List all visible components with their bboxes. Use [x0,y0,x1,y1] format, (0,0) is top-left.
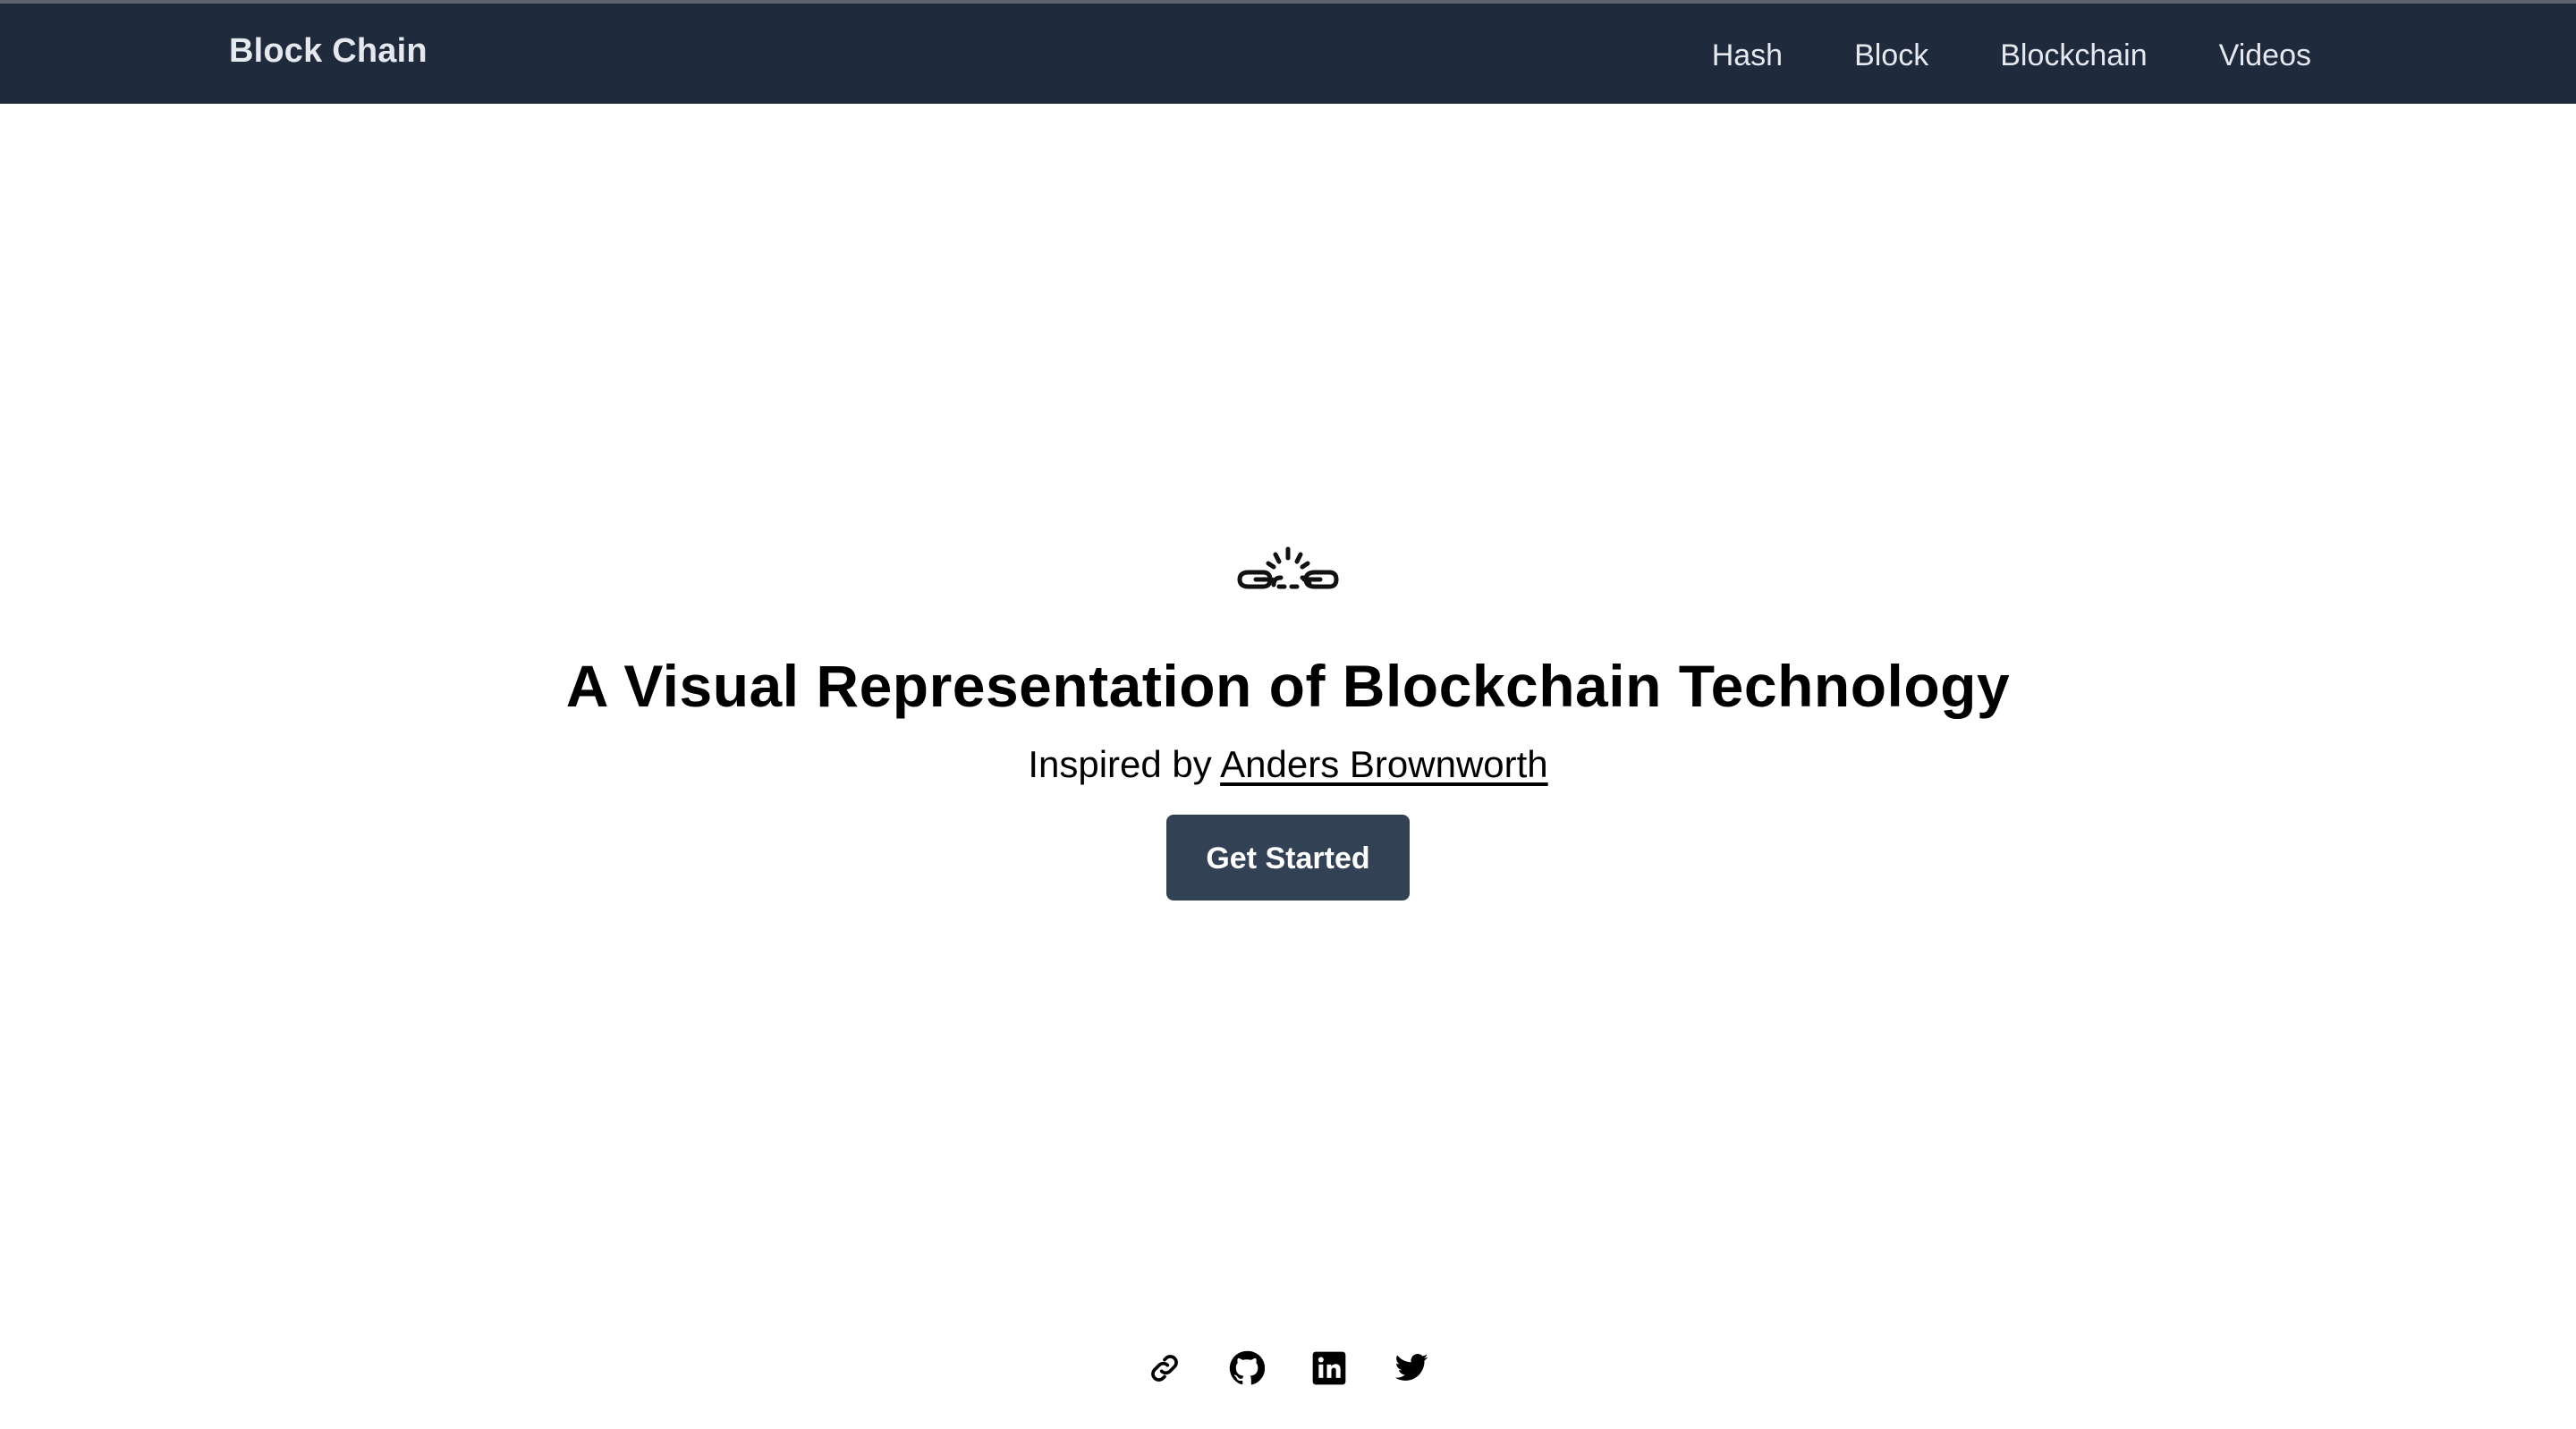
nav-link-hash[interactable]: Hash [1712,36,1783,75]
nav-link-videos[interactable]: Videos [2219,36,2311,75]
link-icon[interactable] [1147,1350,1182,1386]
hero-section: A Visual Representation of Blockchain Te… [0,545,2576,901]
subtitle-prefix: Inspired by [1028,743,1212,785]
social-footer [0,1350,2576,1386]
author-link[interactable]: Anders Brownworth [1220,743,1548,785]
twitter-icon[interactable] [1394,1350,1429,1386]
get-started-button[interactable]: Get Started [1166,815,1410,901]
brand-logo-link[interactable]: Block Chain [229,32,428,71]
hero-subtitle: Inspired by Anders Brownworth [0,740,2576,790]
nav-link-block[interactable]: Block [1854,36,1928,75]
page-title: A Visual Representation of Blockchain Te… [565,653,2011,719]
nav-link-blockchain[interactable]: Blockchain [2000,36,2147,75]
linkedin-icon[interactable] [1311,1350,1347,1386]
github-icon[interactable] [1229,1350,1265,1386]
top-navbar: Block Chain Hash Block Blockchain Videos [0,0,2576,104]
main-nav: Hash Block Blockchain Videos [1712,36,2311,75]
broken-chain-icon [1234,545,1342,599]
